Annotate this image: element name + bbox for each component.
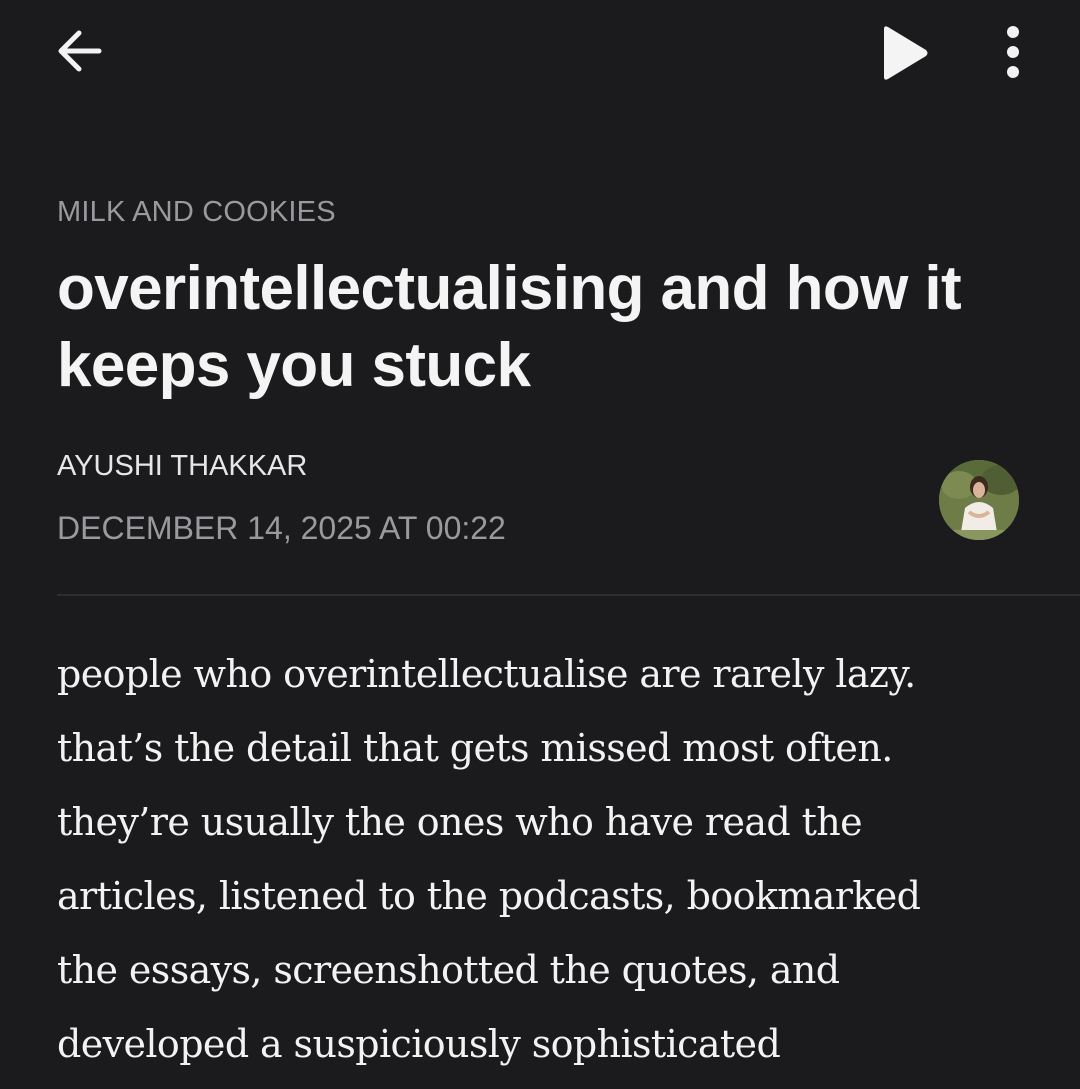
body-line: articles, listened to the podcasts, book… [57, 874, 921, 918]
body-line: people who overintellectualise are rarel… [57, 652, 916, 696]
back-button[interactable] [50, 22, 108, 80]
author-photo [939, 460, 1019, 540]
publish-date: DECEMBER 14, 2025 AT 00:22 [57, 510, 506, 546]
body-line: that’s the detail that gets missed most … [57, 726, 893, 770]
play-audio-button[interactable] [872, 22, 934, 84]
play-icon [884, 26, 928, 80]
article-body: people who overintellectualise are rarel… [57, 637, 1057, 1081]
more-options-button[interactable] [990, 20, 1036, 84]
body-line: developed a suspiciously sophisticated [57, 1022, 781, 1066]
body-line: they’re usually the ones who have read t… [57, 800, 863, 844]
article-title: overintellectualising and how it keeps y… [57, 254, 962, 400]
arrow-left-icon [58, 30, 102, 72]
publication-name[interactable]: MILK AND COOKIES [57, 196, 336, 229]
more-vertical-icon [1007, 26, 1019, 78]
author-name[interactable]: AYUSHI THAKKAR [57, 450, 307, 483]
top-app-bar [0, 0, 1080, 110]
author-avatar[interactable] [939, 460, 1019, 540]
body-line: the essays, screenshotted the quotes, an… [57, 948, 840, 992]
header-divider [57, 594, 1080, 596]
